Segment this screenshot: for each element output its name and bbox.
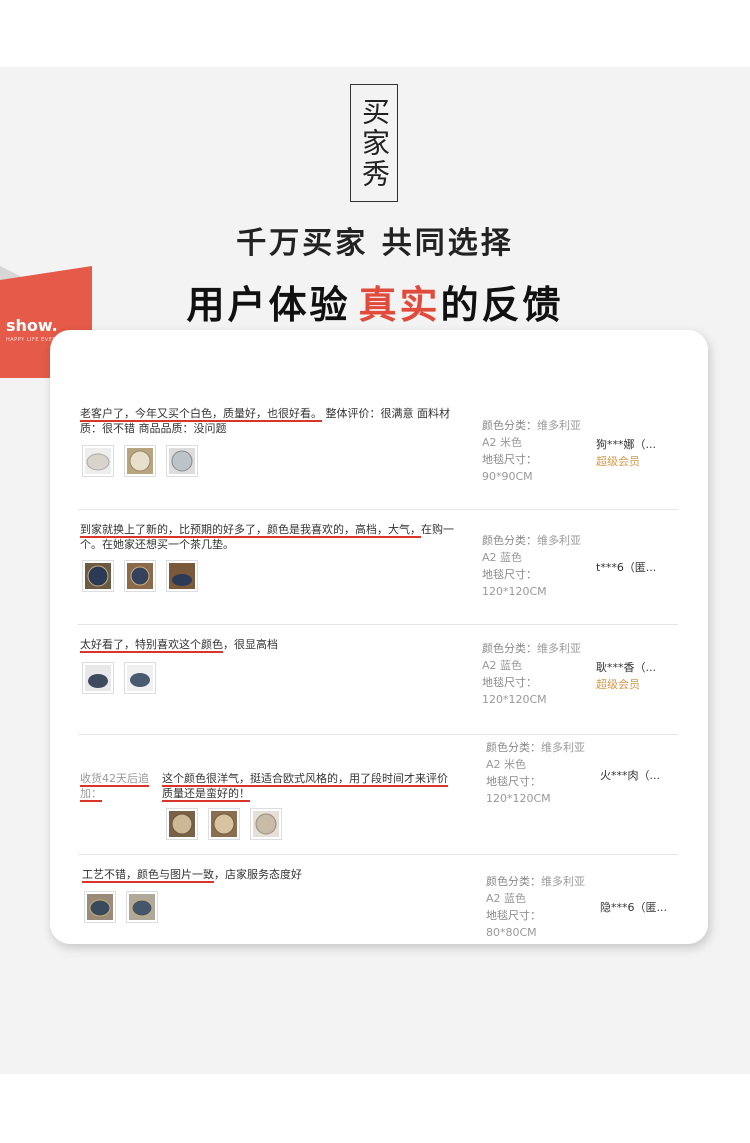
review-photo[interactable] xyxy=(166,560,198,592)
rug-image-icon xyxy=(169,448,195,474)
review-photo[interactable] xyxy=(208,808,240,840)
rug-image-icon xyxy=(85,563,111,589)
review-photo[interactable] xyxy=(82,662,114,694)
member-level: 超级会员 xyxy=(596,678,640,691)
review-item: 太好看了，特别喜欢这个颜色，很显高档 颜色分类：维多利亚 A2 蓝色 地毯尺寸：… xyxy=(50,625,708,735)
review-highlight: 太好看了，特别喜欢这个颜色 xyxy=(80,638,223,653)
reviewer-name: 耿***香（... xyxy=(596,661,656,674)
subtitle: 千万买家 共同选择 xyxy=(236,226,514,261)
review-highlight: 工艺不错，颜色与图片一致 xyxy=(82,868,214,883)
followup-label: 收货42天后追加： xyxy=(80,772,149,802)
rug-size-label: 地毯尺寸： xyxy=(482,453,537,466)
title-box: 买家秀 xyxy=(350,84,398,202)
rug-image-icon xyxy=(127,448,153,474)
rug-size-value: 120*120CM xyxy=(486,792,551,805)
rug-size-value: 120*120CM xyxy=(482,693,547,706)
review-meta: 颜色分类：维多利亚 A2 蓝色 地毯尺寸： 120*120CM xyxy=(482,532,582,600)
review-photo[interactable] xyxy=(126,891,158,923)
rug-image-icon xyxy=(127,665,153,691)
member-level: 超级会员 xyxy=(596,455,640,468)
review-thumbnails xyxy=(166,808,282,840)
reviewer: 狗***娜（... 超级会员 xyxy=(596,436,656,470)
review-text: 老客户了，今年又买个白色，质量好，也很好看。 整体评价：很满意 面料材质：很不错… xyxy=(80,406,460,436)
reviewer: 耿***香（... 超级会员 xyxy=(596,659,656,693)
review-photo[interactable] xyxy=(124,560,156,592)
reviewer-name: t***6（匿... xyxy=(596,561,657,574)
rug-image-icon xyxy=(127,563,153,589)
review-highlight: 这个颜色很洋气，挺适合欧式风格的，用了段时间才来评价质量还是蛮好的！ xyxy=(162,772,448,802)
reviewer-name: 隐***6（匿... xyxy=(600,901,667,914)
color-class-label: 颜色分类： xyxy=(482,534,537,547)
color-class-label: 颜色分类： xyxy=(482,642,537,655)
review-photo[interactable] xyxy=(124,662,156,694)
review-highlight: 到家就换上了新的，比预期的好多了，颜色是我喜欢的，高档，大气， xyxy=(80,523,421,538)
rug-image-icon xyxy=(211,811,237,837)
review-thumbnails xyxy=(82,662,156,694)
color-class-label: 颜色分类： xyxy=(486,741,541,754)
rug-image-icon xyxy=(253,811,279,837)
reviewer: 火***肉（... xyxy=(600,767,660,784)
headline-prefix: 用户体验 xyxy=(186,283,351,327)
rug-size-label: 地毯尺寸： xyxy=(482,676,537,689)
review-text-rest: ，店家服务态度好 xyxy=(214,868,302,881)
review-item: 到家就换上了新的，比预期的好多了，颜色是我喜欢的，高档，大气，在购一个。在她家还… xyxy=(50,510,708,625)
rug-size-label: 地毯尺寸： xyxy=(486,775,541,788)
review-item: 收货42天后追加： 这个颜色很洋气，挺适合欧式风格的，用了段时间才来评价质量还是… xyxy=(50,735,708,855)
review-meta: 颜色分类：维多利亚 A2 蓝色 地毯尺寸： 120*120CM xyxy=(482,640,582,708)
review-meta: 颜色分类：维多利亚 A2 蓝色 地毯尺寸： 80*80CM xyxy=(486,873,586,941)
review-thumbnails xyxy=(82,560,198,592)
rug-size-label: 地毯尺寸： xyxy=(486,909,541,922)
review-meta: 颜色分类：维多利亚 A2 米色 地毯尺寸： 120*120CM xyxy=(486,739,586,807)
page-title: 买家秀 xyxy=(358,96,391,190)
review-text: 到家就换上了新的，比预期的好多了，颜色是我喜欢的，高档，大气，在购一个。在她家还… xyxy=(80,522,460,552)
review-photo[interactable] xyxy=(166,445,198,477)
rug-size-value: 120*120CM xyxy=(482,585,547,598)
review-item: 老客户了，今年又买个白色，质量好，也很好看。 整体评价：很满意 面料材质：很不错… xyxy=(50,330,708,510)
headline-accent: 真实 xyxy=(358,283,441,327)
review-photo[interactable] xyxy=(166,808,198,840)
review-photo[interactable] xyxy=(84,891,116,923)
review-photo[interactable] xyxy=(82,445,114,477)
rug-size-value: 80*80CM xyxy=(486,926,537,939)
color-class-label: 颜色分类： xyxy=(482,419,537,432)
rug-image-icon xyxy=(129,894,155,920)
review-thumbnails xyxy=(84,891,158,923)
headline: 用户体验 真实的反馈 xyxy=(0,274,750,329)
rug-image-icon xyxy=(169,811,195,837)
rug-size-value: 90*90CM xyxy=(482,470,533,483)
rug-image-icon xyxy=(85,448,111,474)
review-photo[interactable] xyxy=(82,560,114,592)
reviewer-name: 火***肉（... xyxy=(600,769,660,782)
reviews-card: 老客户了，今年又买个白色，质量好，也很好看。 整体评价：很满意 面料材质：很不错… xyxy=(50,330,708,944)
color-class-label: 颜色分类： xyxy=(486,875,541,888)
headline-suffix: 的反馈 xyxy=(440,283,564,327)
review-highlight: 老客户了，今年又买个白色，质量好，也很好看。 xyxy=(80,407,322,422)
reviewer-name: 狗***娜（... xyxy=(596,438,656,451)
rug-size-label: 地毯尺寸： xyxy=(482,568,537,581)
rug-image-icon xyxy=(169,563,195,589)
review-text: 太好看了，特别喜欢这个颜色，很显高档 xyxy=(80,637,460,653)
reviewer: t***6（匿... xyxy=(596,559,656,576)
review-photo[interactable] xyxy=(250,808,282,840)
rug-image-icon xyxy=(87,894,113,920)
review-text: 这个颜色很洋气，挺适合欧式风格的，用了段时间才来评价质量还是蛮好的！ xyxy=(162,771,457,802)
review-text: 工艺不错，颜色与图片一致，店家服务态度好 xyxy=(82,867,462,883)
rug-image-icon xyxy=(85,665,111,691)
reviewer: 隐***6（匿... xyxy=(600,899,667,916)
review-text-rest: ，很显高档 xyxy=(223,638,278,651)
review-meta: 颜色分类：维多利亚 A2 米色 地毯尺寸： 90*90CM xyxy=(482,417,582,485)
review-thumbnails xyxy=(82,445,198,477)
review-photo[interactable] xyxy=(124,445,156,477)
review-item: 工艺不错，颜色与图片一致，店家服务态度好 颜色分类：维多利亚 A2 蓝色 地毯尺… xyxy=(50,855,708,944)
